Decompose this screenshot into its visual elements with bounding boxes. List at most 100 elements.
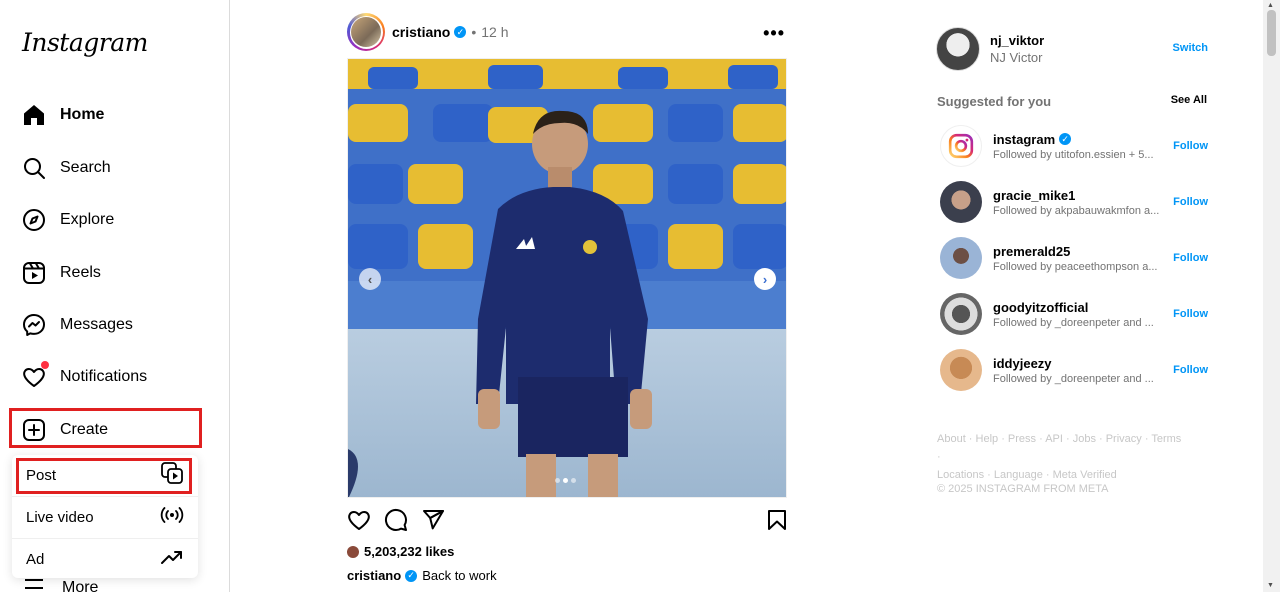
suggestion-subtitle: Followed by _doreenpeter and ... — [993, 372, 1154, 385]
suggestion-subtitle: Followed by akpabauwakmfon a... — [993, 204, 1160, 217]
follow-button[interactable]: Follow — [1173, 364, 1208, 376]
home-icon — [22, 103, 46, 127]
carousel-prev-button[interactable]: ‹ — [359, 268, 381, 290]
sidebar-item-label: Notifications — [60, 368, 148, 385]
sidebar-item-reels[interactable]: Reels — [12, 250, 200, 296]
stadium-photo — [348, 59, 786, 497]
suggestion-subtitle: Followed by peaceethompson a... — [993, 260, 1158, 273]
verified-badge-icon: ✓ — [405, 569, 418, 582]
post-caption: cristiano ✓ Back to work — [347, 568, 497, 583]
footer-links: About · Help · Press · API · Jobs · Priv… — [937, 430, 1187, 484]
sidebar-item-explore[interactable]: Explore — [12, 197, 200, 243]
footer-links-line[interactable]: Locations · Language · Meta Verified — [937, 466, 1187, 484]
create-menu-label: Live video — [26, 508, 94, 526]
page-scrollbar[interactable]: ▲ ▼ — [1263, 0, 1280, 592]
post-highlight-box — [16, 458, 192, 494]
follow-button[interactable]: Follow — [1173, 196, 1208, 208]
sidebar-item-search[interactable]: Search — [12, 145, 200, 191]
like-icon[interactable] — [347, 508, 373, 534]
follow-button[interactable]: Follow — [1173, 308, 1208, 320]
create-menu-label: Ad — [26, 550, 45, 568]
see-all-button[interactable]: See All — [1171, 94, 1207, 109]
suggestion-name[interactable]: goodyitzofficial — [993, 300, 1088, 315]
instagram-logo-icon[interactable] — [940, 125, 982, 167]
instagram-logo[interactable]: Instagram — [22, 28, 148, 57]
suggestion-item: iddyjeezy Followed by _doreenpeter and .… — [940, 348, 1208, 392]
scrollbar-thumb[interactable] — [1267, 10, 1276, 56]
sidebar-item-label: Search — [60, 159, 111, 176]
more-options-icon[interactable]: ••• — [763, 23, 785, 44]
avatar[interactable] — [940, 237, 982, 279]
current-user: nj_viktor NJ Victor Switch — [936, 27, 1208, 71]
verified-badge-icon: ✓ — [1059, 133, 1072, 145]
avatar[interactable] — [940, 181, 982, 223]
suggestions-header: Suggested for you See All — [937, 94, 1207, 109]
post-time[interactable]: 12 h — [481, 24, 508, 40]
carousel-dot-active — [563, 478, 568, 483]
compass-icon — [22, 208, 46, 232]
sidebar-item-label: Messages — [60, 316, 133, 333]
suggestion-name[interactable]: premerald25 — [993, 244, 1070, 259]
suggestion-name[interactable]: instagram — [993, 132, 1055, 147]
save-icon[interactable] — [765, 508, 791, 534]
create-highlight-box — [9, 408, 202, 448]
sidebar-item-label: Reels — [60, 264, 101, 281]
suggestion-item: premerald25 Followed by peaceethompson a… — [940, 236, 1208, 280]
trending-icon — [160, 547, 184, 571]
carousel-dot — [555, 478, 560, 483]
separator-dot: • — [471, 24, 477, 40]
sidebar-item-home[interactable]: Home — [12, 92, 200, 138]
create-menu-ad[interactable]: Ad — [12, 539, 198, 579]
live-icon — [160, 505, 184, 529]
follow-button[interactable]: Follow — [1173, 252, 1208, 264]
current-user-name: NJ Victor — [990, 50, 1043, 65]
suggestion-subtitle: Followed by utitofon.essien + 5... — [993, 148, 1154, 161]
verified-badge-icon: ✓ — [454, 26, 467, 38]
footer-links-line[interactable]: About · Help · Press · API · Jobs · Priv… — [937, 430, 1187, 466]
carousel-next-button[interactable]: › — [754, 268, 776, 290]
suggestion-name[interactable]: gracie_mike1 — [993, 188, 1075, 203]
avatar[interactable] — [940, 349, 982, 391]
suggestion-name[interactable]: iddyjeezy — [993, 356, 1052, 371]
carousel-dot — [571, 478, 576, 483]
follow-button[interactable]: Follow — [1173, 140, 1208, 152]
messenger-icon — [22, 313, 46, 337]
comment-icon[interactable] — [384, 508, 410, 534]
story-ring[interactable] — [347, 13, 385, 51]
suggestion-item: gracie_mike1 Followed by akpabauwakmfon … — [940, 180, 1208, 224]
scroll-down-icon[interactable]: ▼ — [1267, 582, 1274, 589]
suggestion-subtitle: Followed by _doreenpeter and ... — [993, 316, 1154, 329]
post-image[interactable]: ‹ › — [347, 58, 787, 498]
sidebar-item-messages[interactable]: Messages — [12, 302, 200, 348]
caption-text: Back to work — [422, 568, 497, 583]
likes-label: 5,203,232 likes — [364, 544, 455, 559]
caption-username[interactable]: cristiano — [347, 568, 401, 583]
share-icon[interactable] — [421, 508, 447, 534]
reels-icon — [22, 261, 46, 285]
avatar — [351, 17, 381, 47]
current-user-handle[interactable]: nj_viktor — [990, 33, 1044, 48]
menu-icon — [22, 578, 46, 592]
search-icon — [22, 156, 46, 180]
sidebar-item-label: Explore — [60, 211, 115, 228]
scroll-up-icon[interactable]: ▲ — [1267, 2, 1274, 9]
post-actions — [347, 508, 787, 534]
switch-account-button[interactable]: Switch — [1173, 42, 1208, 54]
player-figure — [348, 110, 652, 497]
post-username[interactable]: cristiano — [392, 24, 450, 40]
create-menu-live-video[interactable]: Live video — [12, 497, 198, 537]
post-header: cristiano ✓ • 12 h ••• — [347, 13, 787, 51]
likes-count[interactable]: 5,203,232 likes — [347, 544, 454, 559]
sidebar-item-label: More — [62, 578, 99, 592]
carousel-dots — [555, 478, 576, 483]
suggestion-item: goodyitzofficial Followed by _doreenpete… — [940, 292, 1208, 336]
notification-dot — [41, 361, 49, 369]
avatar[interactable] — [940, 293, 982, 335]
liker-avatar — [347, 545, 359, 558]
sidebar-item-more[interactable]: More — [22, 578, 98, 592]
sidebar-item-label: Home — [60, 106, 105, 123]
sidebar-item-notifications[interactable]: Notifications — [12, 354, 200, 400]
sidebar: Instagram Home Search Explore Reels Mess… — [0, 0, 230, 592]
avatar[interactable] — [936, 27, 980, 71]
suggestion-item: instagram ✓ Followed by utitofon.essien +… — [940, 124, 1208, 168]
